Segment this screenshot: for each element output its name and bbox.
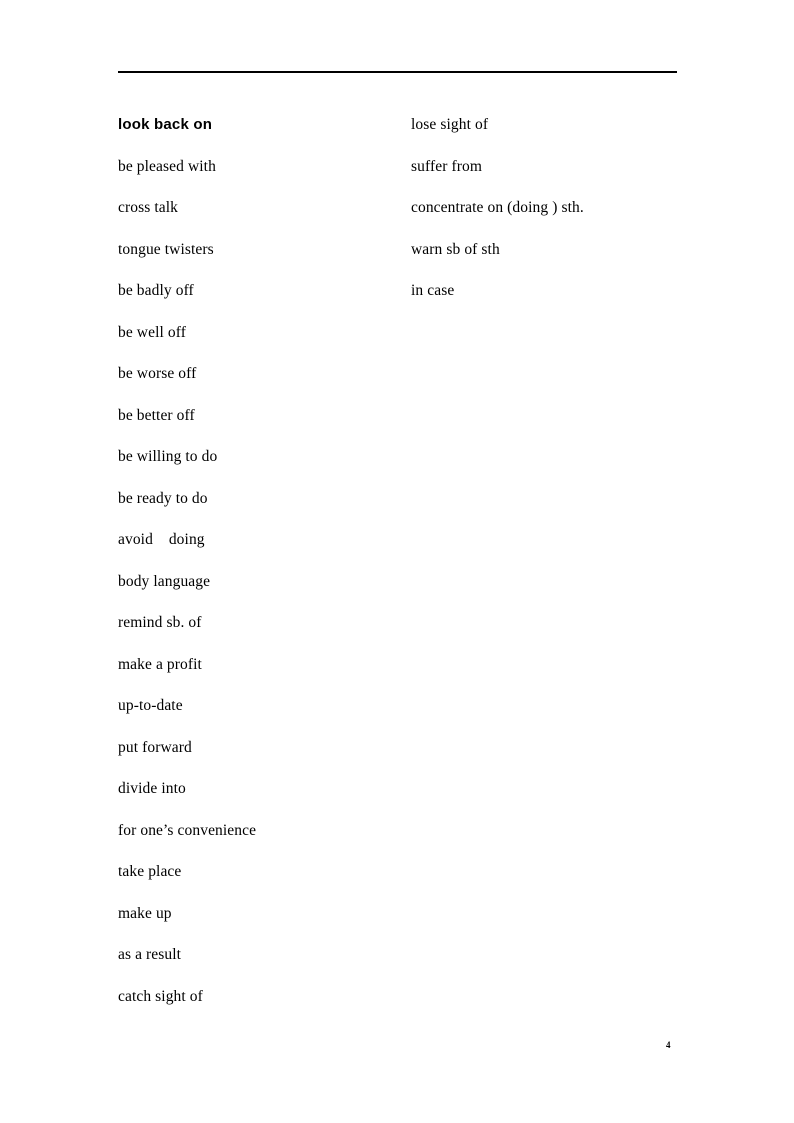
phrase-entry: tongue twisters [118, 240, 214, 258]
phrase-column-left: look back on be pleased with cross talk … [118, 104, 403, 1017]
phrase-entry: be badly off [118, 282, 194, 299]
phrase-entry: remind sb. of [118, 614, 202, 631]
phrase-entry: be ready to do [118, 489, 208, 507]
phrase-entry: look back on [118, 116, 213, 133]
phrase-entry: cross talk [118, 199, 178, 216]
phrase-entry: lose sight of [411, 116, 489, 133]
phrase-entry: up-to-date [118, 697, 183, 714]
page-number: 4 [666, 1040, 671, 1050]
phrase-entry: be better off [118, 406, 195, 424]
phrase-entry: warn sb of sth [411, 240, 500, 258]
phrase-entry: catch sight of [118, 987, 203, 1005]
phrase-entry: make a profit [118, 655, 202, 673]
phrase-column-right: lose sight of suffer from concentrate on… [411, 104, 691, 312]
phrase-entry: make up [118, 904, 172, 922]
phrase-entry: be pleased with [118, 157, 216, 175]
phrase-entry: be worse off [118, 365, 197, 382]
phrase-entry: as a result [118, 946, 182, 963]
phrase-entry: concentrate on (doing ) sth. [411, 199, 584, 216]
header-horizontal-rule [118, 71, 677, 73]
phrase-entry: be well off [118, 323, 186, 341]
phrase-entry: in case [411, 282, 455, 299]
phrase-entry: be willing to do [118, 448, 218, 465]
phrase-entry: put forward [118, 738, 192, 756]
phrase-entry: body language [118, 572, 211, 590]
phrase-entry: suffer from [411, 157, 482, 175]
phrase-entry: avoid doing [118, 531, 205, 548]
phrase-entry: take place [118, 863, 182, 880]
document-page: look back on be pleased with cross talk … [0, 0, 794, 1123]
phrase-entry: for one’s convenience [118, 821, 257, 839]
phrase-entry: divide into [118, 780, 186, 797]
